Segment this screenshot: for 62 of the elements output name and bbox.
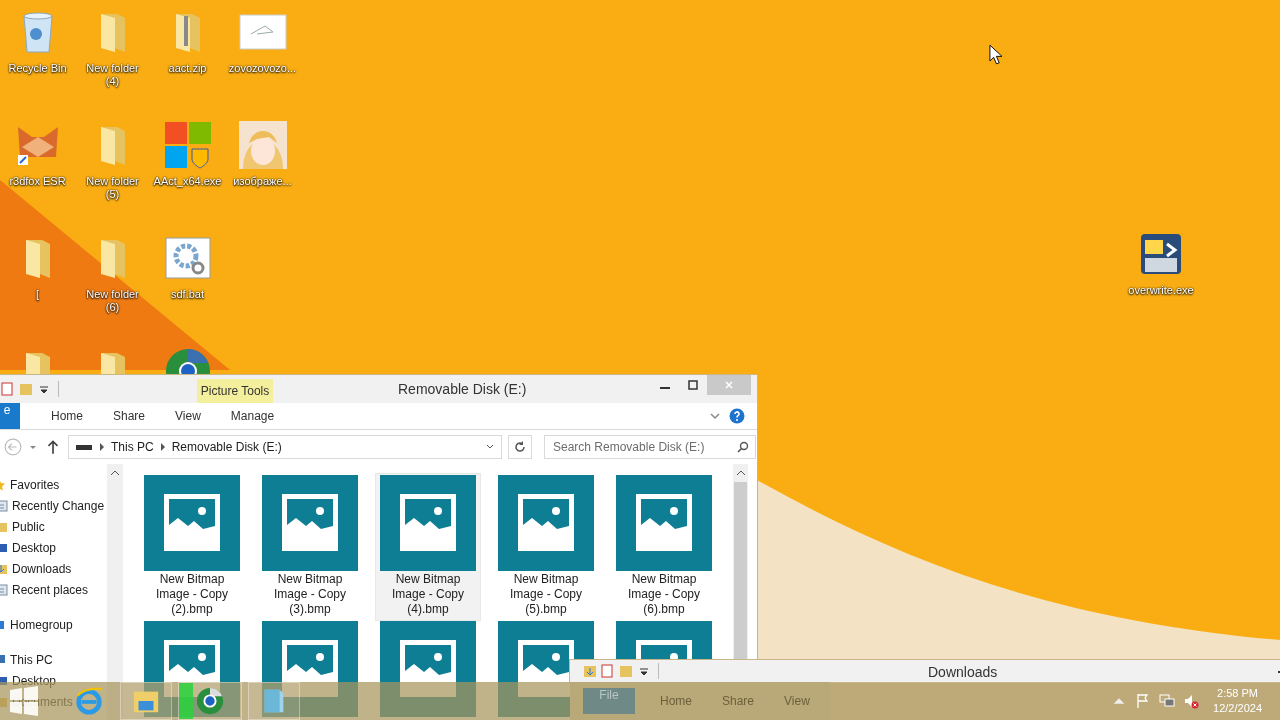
window-title: Removable Disk (E:) [398,381,527,397]
file-name[interactable]: New Bitmap Image - Copy (4).bmp [382,572,474,617]
windows-logo-icon[interactable] [163,121,212,169]
taskbar-button[interactable] [178,682,242,720]
breadcrumb-arrow-icon[interactable] [159,443,166,451]
minimize-icon [660,387,670,389]
gear-file-icon[interactable] [163,234,212,282]
image-thumbnail-icon[interactable] [238,14,287,50]
properties-icon[interactable] [0,381,16,397]
context-tab-header: Picture Tools [197,379,273,403]
file-name[interactable]: New Bitmap Image - Copy (2).bmp [146,572,238,617]
taskbar-button[interactable] [248,682,300,720]
refresh-button[interactable] [508,435,532,459]
search-field[interactable]: Search Removable Disk (E:) [544,435,756,459]
browser-icon [74,686,104,716]
breadcrumb[interactable]: Removable Disk (E:) [171,440,282,454]
ribbon-tab[interactable]: Share [98,403,161,429]
nav-item[interactable]: Recently Change [12,498,105,513]
image-file-icon[interactable] [144,475,240,571]
cursor-icon [989,44,1002,65]
scrollbar[interactable] [733,464,748,660]
expand-ribbon-icon[interactable] [709,410,721,422]
refresh-icon [514,441,526,453]
scroll-up-icon[interactable] [735,470,746,476]
ribbon-tab[interactable]: Manage [215,403,290,429]
nav-item[interactable]: Public [12,519,45,534]
image-file-icon[interactable] [498,475,594,571]
ribbon-tab[interactable]: Home [36,403,98,429]
file-item-highlight[interactable]: New Bitmap Image - Copy (4).bmp [376,474,480,620]
network-icon[interactable] [1159,693,1176,709]
image-file-icon[interactable] [262,475,358,571]
help-icon[interactable] [729,408,745,424]
image-file-icon[interactable] [616,621,712,659]
close-icon [724,380,734,390]
ribbon-tab[interactable]: e [0,403,20,429]
volume-icon[interactable] [1183,693,1200,709]
nav-item[interactable]: This PC [10,652,53,667]
ribbon-tab[interactable]: View [160,403,216,429]
address-bar[interactable]: This PC Removable Disk (E:) [68,435,502,459]
nav-item[interactable]: Desktop [12,673,57,688]
nav-item[interactable]: Favorites [10,477,60,492]
nav-item[interactable]: Downloads [12,561,72,576]
back-button[interactable] [4,438,22,456]
scroll-up-icon[interactable] [110,470,120,476]
nav-item[interactable]: Homegroup [10,617,73,632]
browser-icon [195,686,225,716]
nav-item[interactable]: Recent places [12,582,89,597]
window-title: Downloads [928,664,998,680]
image-file-icon[interactable] [616,475,712,571]
breadcrumb-arrow-icon[interactable] [99,443,105,451]
drive-icon [75,443,93,451]
file-name[interactable]: New Bitmap Image - Copy (5).bmp [500,572,592,617]
file-name[interactable]: New Bitmap Image - Copy (6).bmp [618,572,710,617]
file-name[interactable]: New Bitmap Image - Copy (3).bmp [264,572,356,617]
maximize-icon [688,380,698,390]
download-folder-icon[interactable] [582,663,598,679]
taskbar-button[interactable] [120,682,172,720]
nav-item[interactable]: Desktop [12,540,57,555]
search-icon [737,441,749,453]
breadcrumb[interactable]: This PC [111,440,154,454]
properties-icon[interactable] [600,663,616,679]
image-file-icon[interactable] [380,475,476,571]
